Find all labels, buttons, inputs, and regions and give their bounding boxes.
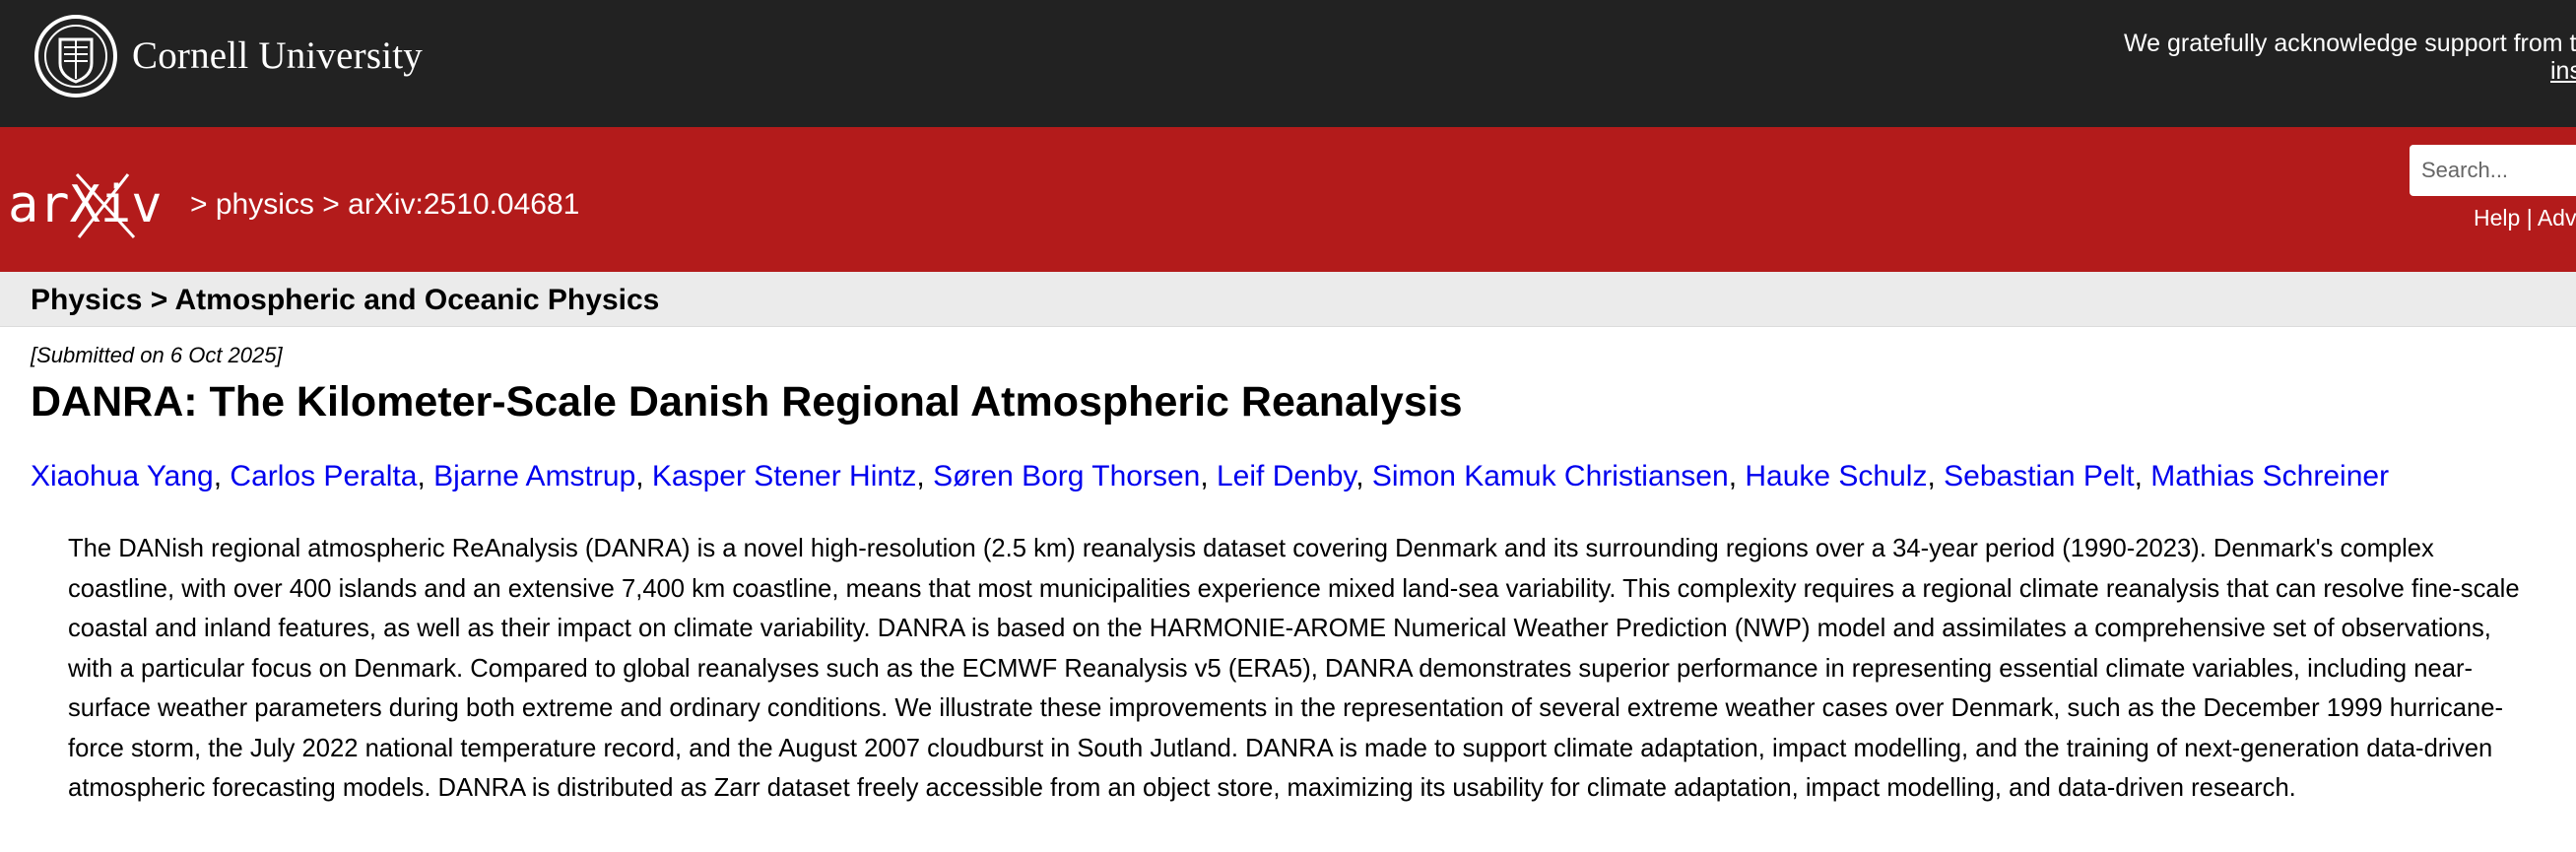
category-label: Physics > Atmospheric and Oceanic Physic…	[31, 284, 660, 316]
author-list: Xiaohua Yang, Carlos Peralta, Bjarne Ams…	[31, 460, 2389, 493]
support-institutions-link[interactable]: ins	[2550, 57, 2576, 86]
author-separator: ,	[1728, 460, 1746, 492]
support-acknowledgement: We gratefully acknowledge support from t…	[2124, 30, 2576, 57]
paper-title: DANRA: The Kilometer-Scale Danish Region…	[31, 378, 1463, 426]
author-link[interactable]: Mathias Schreiner	[2150, 460, 2389, 492]
advanced-search-link[interactable]: Adv	[2538, 205, 2576, 230]
author-separator: ,	[417, 460, 434, 492]
category-bar: Physics > Atmospheric and Oceanic Physic…	[0, 272, 2576, 327]
abstract: The DANish regional atmospheric ReAnalys…	[68, 535, 2520, 802]
author-link[interactable]: Kasper Stener Hintz	[652, 460, 916, 492]
author-separator: ,	[1200, 460, 1217, 492]
author-separator: ,	[1927, 460, 1945, 492]
header-links: Help | Adv	[2474, 205, 2576, 231]
arxiv-logo-icon[interactable]: arXiv	[8, 168, 185, 243]
author-link[interactable]: Leif Denby	[1217, 460, 1355, 492]
institution-name[interactable]: Cornell University	[132, 33, 423, 78]
author-separator: ,	[916, 460, 934, 492]
author-link[interactable]: Simon Kamuk Christiansen	[1372, 460, 1729, 492]
search-input[interactable]	[2410, 145, 2576, 196]
author-separator: ,	[213, 460, 231, 492]
author-link[interactable]: Carlos Peralta	[230, 460, 417, 492]
page: Cornell University We gratefully acknowl…	[0, 0, 2576, 852]
breadcrumb-separator: >	[190, 188, 208, 221]
breadcrumb: > physics > arXiv:2510.04681	[190, 188, 579, 222]
author-separator: ,	[2134, 460, 2151, 492]
breadcrumb-separator: >	[322, 188, 340, 221]
submission-date: [Submitted on 6 Oct 2025]	[31, 343, 283, 367]
author-separator: ,	[635, 460, 652, 492]
help-link[interactable]: Help	[2474, 205, 2520, 230]
arxiv-header: arXiv > physics > arXiv:2510.04681 Help …	[0, 127, 2576, 272]
breadcrumb-physics[interactable]: physics	[216, 188, 314, 221]
author-link[interactable]: Hauke Schulz	[1745, 460, 1927, 492]
author-link[interactable]: Bjarne Amstrup	[433, 460, 635, 492]
link-separator: |	[2526, 205, 2533, 230]
author-link[interactable]: Xiaohua Yang	[31, 460, 214, 492]
author-link[interactable]: Sebastian Pelt	[1944, 460, 2134, 492]
institution-header: Cornell University We gratefully acknowl…	[0, 0, 2576, 127]
author-link[interactable]: Søren Borg Thorsen	[933, 460, 1200, 492]
breadcrumb-paper-id[interactable]: arXiv:2510.04681	[348, 188, 579, 221]
author-separator: ,	[1355, 460, 1372, 492]
cornell-seal-icon[interactable]	[33, 14, 118, 98]
